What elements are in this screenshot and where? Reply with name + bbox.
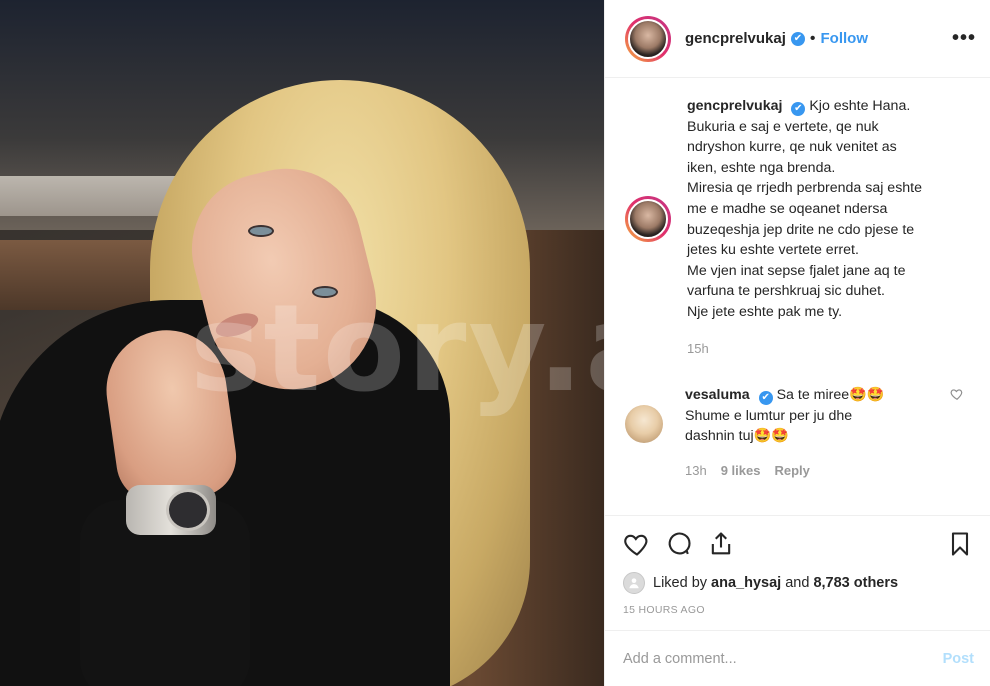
more-options-icon[interactable]: ••• [952, 27, 976, 50]
post-caption: gencprelvukaj ✔ Kjo eshte Hana. Bukuria … [625, 96, 970, 359]
caption-username[interactable]: gencprelvukaj [687, 98, 782, 114]
post-sidebar: gencprelvukaj ✔ • Follow ••• gencprelvuk… [604, 0, 990, 686]
caption-line: ndryshon kurre, qe nuk venitet as [687, 139, 897, 156]
add-comment-input[interactable] [623, 650, 943, 667]
author-avatar[interactable] [625, 15, 671, 62]
comment-likes[interactable]: 9 likes [721, 461, 761, 482]
share-icon[interactable] [707, 530, 735, 558]
comment-like-heart-icon[interactable] [950, 387, 964, 401]
action-icons-row [623, 528, 974, 560]
caption-line: Bukuria e saj e vertete, qe nuk [687, 118, 879, 135]
caption-line: varfuna te pershkruaj sic duhet. [687, 283, 885, 300]
like-heart-icon[interactable] [623, 530, 651, 558]
caption-line: iken, eshte nga brenda. [687, 159, 836, 176]
comment-item: vesaluma ✔ Sa te miree🤩🤩 Shume e lumtur … [625, 385, 970, 481]
caption-line: Nje jete eshte pak me ty. [687, 303, 843, 320]
verified-badge-icon: ✔ [790, 31, 805, 46]
add-comment-box: Post [605, 630, 990, 686]
post-photo[interactable]: story.al [0, 0, 604, 686]
post-comment-button[interactable]: Post [943, 651, 974, 667]
comment-text-line: Sa te miree🤩🤩 [776, 387, 885, 404]
header-separator: • [809, 29, 816, 47]
caption-line: buzeqeshja jep drite ne cdo pjese te [687, 221, 915, 238]
caption-line: Miresia qe rrjedh perbrenda saj eshte [687, 180, 923, 197]
instagram-post: story.al gencprelvukaj ✔ • Follow ••• ge… [0, 0, 990, 686]
verified-badge-icon: ✔ [791, 102, 806, 116]
caption-body: gencprelvukaj ✔ Kjo eshte Hana. Bukuria … [687, 96, 922, 359]
caption-line: Me vjen inat sepse fjalet jane aq te [687, 262, 906, 279]
comment-text-line: dashnin tuj🤩🤩 [685, 428, 789, 445]
post-timestamp[interactable]: 15 HOURS AGO [623, 604, 974, 616]
post-actions: Liked by ana_hysaj and 8,783 others 15 H… [605, 515, 990, 616]
bookmark-icon[interactable] [946, 530, 974, 558]
follow-button[interactable]: Follow [821, 30, 869, 47]
likes-count[interactable]: 8,783 others [813, 575, 898, 591]
comment-reply-button[interactable]: Reply [774, 461, 809, 482]
caption-line: jetes ku eshte vertete erret. [687, 242, 859, 259]
comment-bubble-icon[interactable] [665, 530, 693, 558]
commenter-avatar[interactable] [625, 405, 663, 444]
photo-watermark: story.al [190, 280, 604, 419]
caption-line: Kjo eshte Hana. [809, 98, 911, 114]
photo-eye-left [248, 225, 274, 237]
comment-meta: 13h 9 likes Reply [685, 461, 935, 482]
verified-badge-icon: ✔ [758, 391, 773, 406]
caption-avatar[interactable] [625, 196, 671, 242]
comment-body: vesaluma ✔ Sa te miree🤩🤩 Shume e lumtur … [685, 385, 935, 481]
liked-by-prefix: Liked by [653, 575, 708, 591]
user-icon [629, 578, 639, 589]
post-header: gencprelvukaj ✔ • Follow ••• [605, 0, 990, 78]
liker-username[interactable]: ana_hysaj [711, 575, 781, 591]
liker-avatar[interactable] [623, 572, 645, 594]
comment-timestamp[interactable]: 13h [685, 461, 707, 482]
comment-text-line: Shume e lumtur per ju dhe [685, 407, 853, 424]
liked-by-middle: and [785, 575, 810, 591]
comments-section[interactable]: gencprelvukaj ✔ Kjo eshte Hana. Bukuria … [605, 78, 990, 515]
caption-timestamp[interactable]: 15h [687, 339, 922, 360]
commenter-username[interactable]: vesaluma [685, 387, 750, 403]
author-username[interactable]: gencprelvukaj [685, 30, 786, 47]
photo-watch [126, 485, 216, 535]
caption-line: me e madhe se oqeanet ndersa [687, 200, 888, 217]
liked-by-row: Liked by ana_hysaj and 8,783 others [623, 572, 974, 594]
